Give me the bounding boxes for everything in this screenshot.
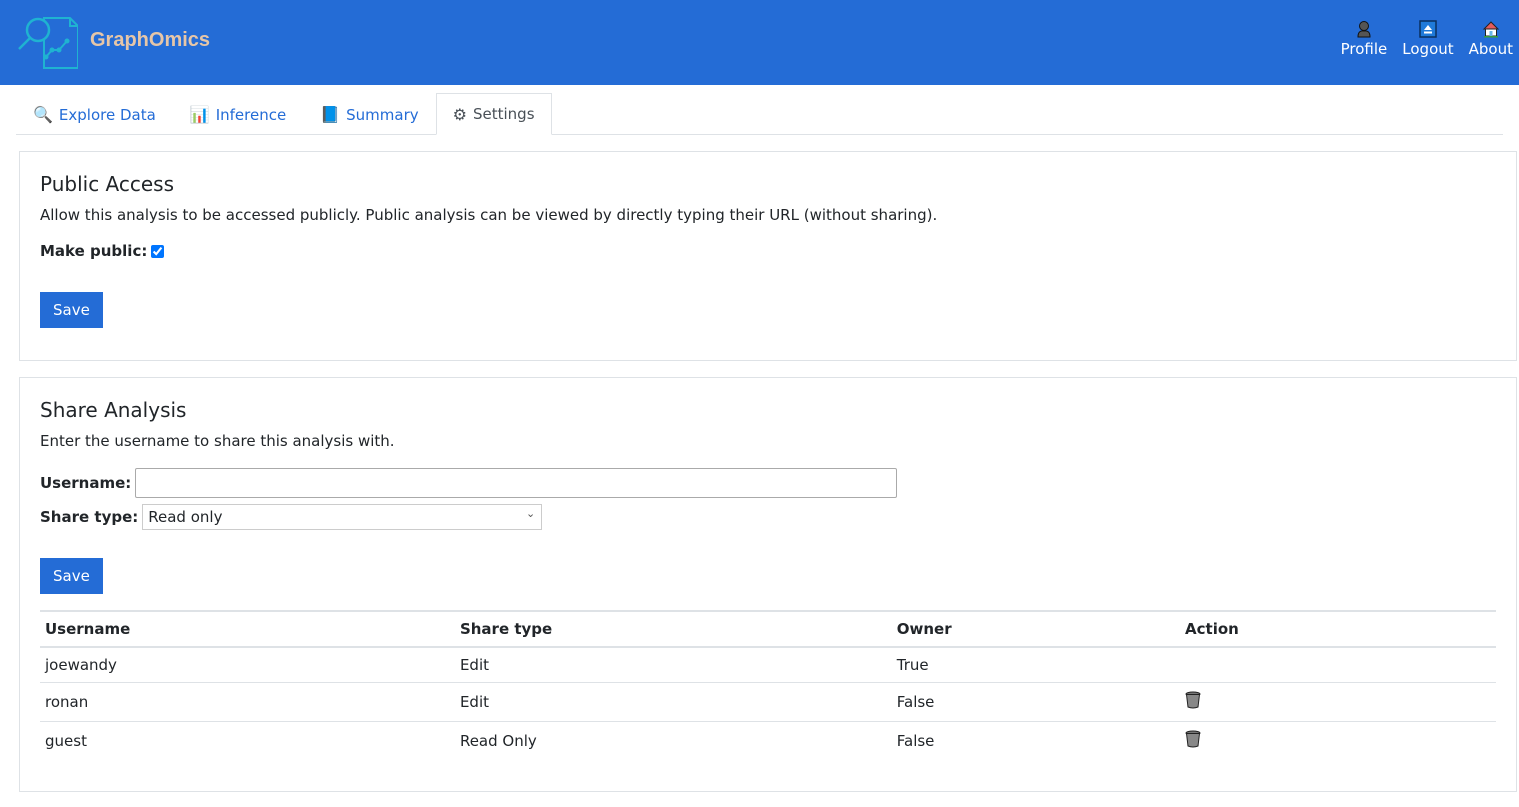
- cell-share-type: Edit: [454, 682, 892, 722]
- share-analysis-card: Share Analysis Enter the username to sha…: [19, 377, 1517, 792]
- cell-action: [1180, 647, 1496, 683]
- tab-summary[interactable]: 📘 Summary: [303, 93, 435, 135]
- cell-owner: False: [896, 732, 935, 750]
- share-type-select[interactable]: Read only ⌄: [142, 504, 543, 530]
- nav-logout-label: Logout: [1402, 40, 1454, 58]
- make-public-field: Make public:: [40, 242, 1496, 260]
- table-row: joewandy Edit True: [40, 647, 1496, 683]
- book-icon: 📘: [320, 105, 341, 124]
- trash-icon[interactable]: [1185, 730, 1201, 748]
- nav-profile[interactable]: Profile: [1340, 20, 1388, 58]
- cell-action: [1180, 722, 1496, 761]
- public-access-title: Public Access: [40, 172, 175, 196]
- make-public-checkbox[interactable]: [151, 244, 165, 258]
- cell-share-type: Read Only: [459, 732, 537, 750]
- share-type-label: Share type:: [40, 508, 139, 526]
- share-type-field: Share type: Read only ⌄: [40, 504, 1496, 530]
- cell-share-type: Edit: [454, 647, 892, 683]
- bar-chart-icon: 📊: [189, 105, 210, 124]
- share-analysis-title: Share Analysis: [40, 398, 187, 422]
- make-public-label: Make public:: [40, 242, 148, 260]
- username-input[interactable]: [135, 468, 898, 498]
- col-share-type: Share type: [454, 610, 892, 648]
- nav-about-label: About: [1468, 40, 1513, 58]
- cell-owner: False: [891, 682, 1181, 722]
- public-access-card: Public Access Allow this analysis to be …: [19, 151, 1517, 361]
- chevron-down-icon: ⌄: [526, 507, 536, 520]
- gear-icon: ⚙: [452, 104, 467, 124]
- nav-about[interactable]: About: [1469, 20, 1513, 58]
- table-row: guest Read Only False: [40, 722, 1496, 761]
- profile-icon: [1356, 20, 1372, 40]
- username-field: Username:: [40, 468, 1496, 498]
- tab-label: Summary: [346, 105, 419, 124]
- tab-label: Explore Data: [58, 105, 156, 124]
- tab-label: Inference: [215, 105, 287, 124]
- cell-owner: True: [891, 647, 1181, 683]
- shares-table: Username Share type Owner Action joewand…: [40, 610, 1496, 760]
- col-action: Action: [1180, 610, 1496, 648]
- brand-title[interactable]: GraphOmics: [90, 29, 210, 52]
- table-header-row: Username Share type Owner Action: [40, 610, 1496, 648]
- tab-label: Settings: [472, 105, 535, 123]
- cell-username: guest: [45, 732, 87, 750]
- username-label: Username:: [40, 474, 132, 492]
- magnifier-icon: 🔍: [33, 105, 53, 124]
- top-nav: Profile Logout About: [1341, 20, 1513, 58]
- share-save-button[interactable]: Save: [40, 558, 103, 594]
- cell-action: [1180, 682, 1496, 722]
- tab-inference[interactable]: 📊 Inference: [173, 93, 303, 135]
- nav-profile-label: Profile: [1340, 40, 1388, 58]
- public-save-button[interactable]: Save: [40, 292, 103, 328]
- top-navbar: GraphOmics Profile Logout About: [0, 0, 1519, 85]
- col-owner: Owner: [891, 610, 1181, 648]
- table-row: ronan Edit False: [40, 682, 1496, 722]
- trash-icon[interactable]: [1185, 691, 1201, 709]
- graphomics-logo-icon[interactable]: [16, 15, 78, 71]
- house-icon: [1482, 20, 1500, 40]
- share-type-value: Read only: [148, 508, 223, 526]
- nav-logout[interactable]: Logout: [1402, 20, 1454, 58]
- tab-explore-data[interactable]: 🔍 Explore Data: [16, 93, 173, 135]
- share-analysis-description: Enter the username to share this analysi…: [40, 432, 395, 450]
- cell-username: joewandy: [40, 647, 455, 683]
- tab-settings[interactable]: ⚙ Settings: [435, 93, 552, 135]
- eject-icon: [1419, 20, 1437, 40]
- public-access-description: Allow this analysis to be accessed publi…: [40, 206, 938, 224]
- cell-username: ronan: [40, 682, 455, 722]
- tab-bar: 🔍 Explore Data 📊 Inference 📘 Summary ⚙ S…: [16, 85, 1503, 135]
- col-username: Username: [40, 610, 455, 648]
